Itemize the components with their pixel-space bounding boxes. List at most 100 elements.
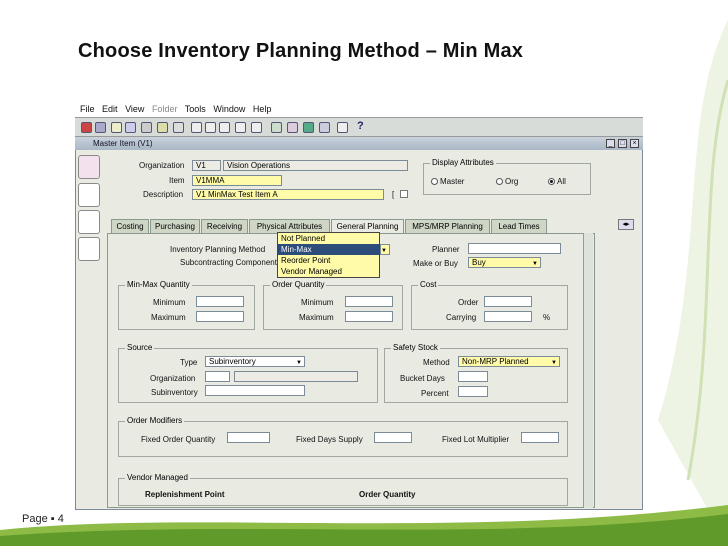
window-title: Master Item (V1) _ □ ×: [75, 137, 643, 150]
menu-window[interactable]: Window: [213, 104, 245, 114]
window-title-text: Master Item (V1): [93, 139, 153, 148]
help-icon[interactable]: ?: [357, 120, 368, 132]
copy-icon[interactable]: [205, 122, 216, 133]
planner-label: Planner: [432, 245, 460, 254]
minmax-maximum-field[interactable]: [196, 311, 244, 322]
tab-general-planning[interactable]: General Planning: [331, 219, 404, 233]
side-button-3[interactable]: [78, 210, 100, 234]
menu-edit[interactable]: Edit: [102, 104, 118, 114]
radio-master-label: Master: [440, 177, 465, 186]
tab-scroll-icon[interactable]: ◂▸: [618, 219, 634, 230]
organization-label: Organization: [139, 161, 185, 170]
item-field[interactable]: V1MMA: [192, 175, 282, 186]
close-button[interactable]: ×: [630, 139, 639, 148]
option-vendor-managed[interactable]: Vendor Managed: [278, 266, 379, 277]
menu-file[interactable]: File: [80, 104, 95, 114]
order-quantity-group: Order Quantity: [263, 280, 403, 330]
make-or-buy-select[interactable]: Buy ▼: [468, 257, 541, 268]
new-icon[interactable]: [81, 122, 92, 133]
source-organization-name-field: [234, 371, 358, 382]
folder-tools-icon[interactable]: [319, 122, 330, 133]
menu-tools[interactable]: Tools: [185, 104, 206, 114]
fixed-lot-multiplier-field[interactable]: [521, 432, 559, 443]
edit-icon[interactable]: [271, 122, 282, 133]
save-icon[interactable]: [95, 122, 106, 133]
planner-field[interactable]: [468, 243, 561, 254]
description-bracket: [: [392, 190, 395, 199]
window-help-icon[interactable]: [337, 122, 348, 133]
tools-icon[interactable]: [287, 122, 298, 133]
paste-icon[interactable]: [219, 122, 230, 133]
source-type-select[interactable]: Subinventory ▼: [205, 356, 305, 367]
minimize-button[interactable]: _: [606, 139, 615, 148]
safety-method-select[interactable]: Non-MRP Planned ▼: [458, 356, 560, 367]
planning-method-select-arrow[interactable]: ▼: [380, 244, 390, 255]
tab-lead-times[interactable]: Lead Times: [491, 219, 547, 233]
minmax-minimum-field[interactable]: [196, 296, 244, 307]
cost-order-label: Order: [458, 298, 479, 307]
menu-folder[interactable]: Folder: [152, 104, 178, 114]
inventory-planning-method-label: Inventory Planning Method: [170, 245, 266, 254]
cost-percent-sign: %: [543, 313, 551, 322]
display-attributes-title: Display Attributes: [430, 158, 496, 167]
cost-title: Cost: [418, 280, 439, 289]
translate-icon[interactable]: [303, 122, 314, 133]
find-icon[interactable]: [125, 122, 136, 133]
radio-org-icon: [496, 178, 503, 186]
side-button-2[interactable]: [78, 183, 100, 207]
page-number: Page ▪ 4: [22, 513, 64, 525]
source-type-value: Subinventory: [209, 357, 256, 366]
safety-percent-field[interactable]: [458, 386, 488, 397]
attach-icon[interactable]: [173, 122, 184, 133]
safety-percent-label: Percent: [421, 389, 449, 398]
chevron-down-icon: ▼: [551, 360, 557, 366]
organization-name-field[interactable]: Vision Operations: [223, 160, 408, 171]
description-field[interactable]: V1 MinMax Test Item A: [192, 189, 384, 200]
folder-icon[interactable]: [111, 122, 122, 133]
navigator-icon[interactable]: [141, 122, 152, 133]
menu-help[interactable]: Help: [253, 104, 272, 114]
tab-purchasing[interactable]: Purchasing: [150, 219, 200, 233]
cost-order-field[interactable]: [484, 296, 532, 307]
radio-master[interactable]: Master: [431, 177, 464, 186]
radio-all-icon: [548, 178, 555, 186]
fixed-order-quantity-field[interactable]: [227, 432, 270, 443]
tab-receiving[interactable]: Receiving: [201, 219, 248, 233]
zoom-icon[interactable]: [157, 122, 168, 133]
chevron-down-icon: ▼: [532, 261, 538, 267]
cut-icon[interactable]: [191, 122, 202, 133]
option-reorder-point[interactable]: Reorder Point: [278, 255, 379, 266]
source-subinventory-field[interactable]: [205, 385, 305, 396]
tab-physical-attributes[interactable]: Physical Attributes: [249, 219, 330, 233]
panel-scrollbar[interactable]: [583, 233, 593, 508]
fixed-lot-multiplier-label: Fixed Lot Multiplier: [442, 435, 510, 444]
side-button-4[interactable]: [78, 237, 100, 261]
orderqty-maximum-field[interactable]: [345, 311, 393, 322]
tab-costing[interactable]: Costing: [111, 219, 149, 233]
maximize-button[interactable]: □: [618, 139, 627, 148]
source-organization-field[interactable]: [205, 371, 230, 382]
radio-org[interactable]: Org: [496, 177, 518, 186]
radio-master-icon: [431, 178, 438, 186]
menu-view[interactable]: View: [125, 104, 144, 114]
description-flex-field[interactable]: [400, 190, 408, 198]
planning-method-dropdown[interactable]: Not Planned Min-Max Reorder Point Vendor…: [277, 232, 380, 278]
orderqty-minimum-field[interactable]: [345, 296, 393, 307]
clear-icon[interactable]: [235, 122, 246, 133]
make-or-buy-value: Buy: [472, 258, 486, 267]
organization-code-field[interactable]: V1: [192, 160, 221, 171]
fixed-days-supply-field[interactable]: [374, 432, 412, 443]
radio-all[interactable]: All: [548, 177, 566, 186]
minmax-minimum-label: Minimum: [153, 298, 186, 307]
option-min-max[interactable]: Min-Max: [278, 244, 379, 255]
option-not-planned[interactable]: Not Planned: [278, 233, 379, 244]
vendor-managed-title: Vendor Managed: [125, 473, 190, 482]
cost-carrying-field[interactable]: [484, 311, 532, 322]
delete-icon[interactable]: [251, 122, 262, 133]
side-button-1[interactable]: [78, 155, 100, 179]
bucket-days-field[interactable]: [458, 371, 488, 382]
orderqty-maximum-label: Maximum: [299, 313, 334, 322]
slide-title: Choose Inventory Planning Method – Min M…: [78, 40, 524, 62]
tab-mps-mrp-planning[interactable]: MPS/MRP Planning: [405, 219, 490, 233]
source-organization-label: Organization: [150, 374, 196, 383]
